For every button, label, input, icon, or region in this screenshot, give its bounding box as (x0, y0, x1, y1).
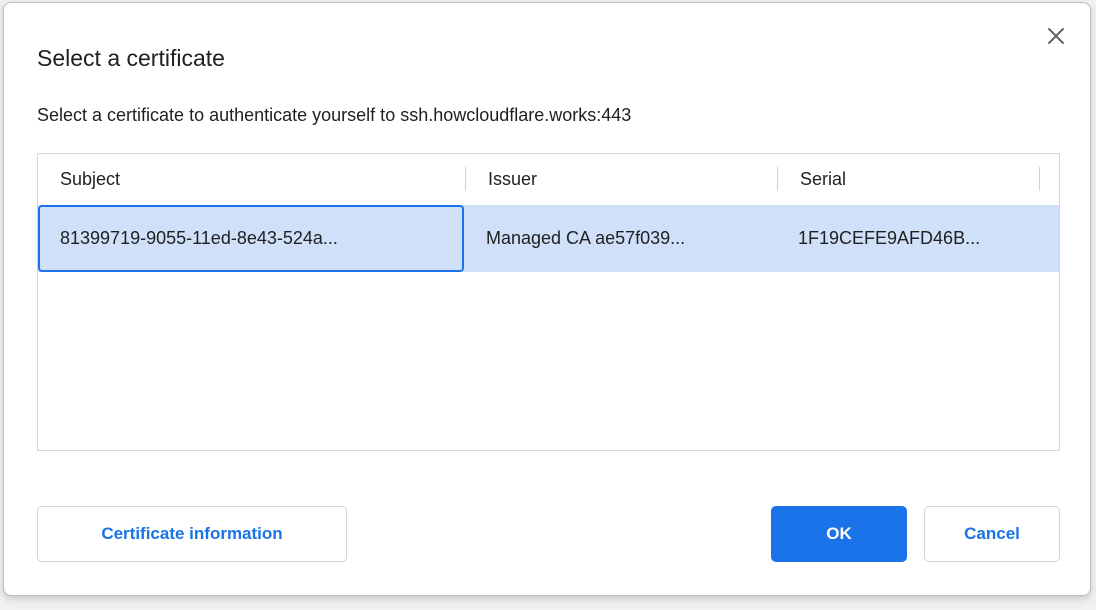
certificate-issuer-cell: Managed CA ae57f039... (464, 205, 776, 272)
cancel-button[interactable]: Cancel (924, 506, 1060, 562)
certificate-subject-cell[interactable]: 81399719-9055-11ed-8e43-524a... (38, 205, 464, 272)
dialog-title: Select a certificate (37, 45, 225, 72)
table-header: Subject Issuer Serial (38, 154, 1059, 204)
column-header-issuer: Issuer (466, 154, 778, 204)
certificate-table: Subject Issuer Serial 81399719-9055-11ed… (37, 153, 1060, 451)
certificate-dialog: Select a certificate Select a certificat… (3, 2, 1091, 596)
certificate-information-button[interactable]: Certificate information (37, 506, 347, 562)
ok-button[interactable]: OK (771, 506, 907, 562)
dialog-subtitle: Select a certificate to authenticate you… (37, 105, 631, 126)
dialog-actions: OK Cancel (771, 506, 1060, 562)
certificate-serial-cell: 1F19CEFE9AFD46B... (776, 205, 1040, 272)
close-button[interactable] (1042, 23, 1070, 51)
close-icon (1047, 27, 1065, 48)
column-header-serial: Serial (778, 154, 1040, 204)
column-header-subject: Subject (38, 154, 466, 204)
certificate-row[interactable]: 81399719-9055-11ed-8e43-524a... Managed … (38, 205, 1059, 272)
